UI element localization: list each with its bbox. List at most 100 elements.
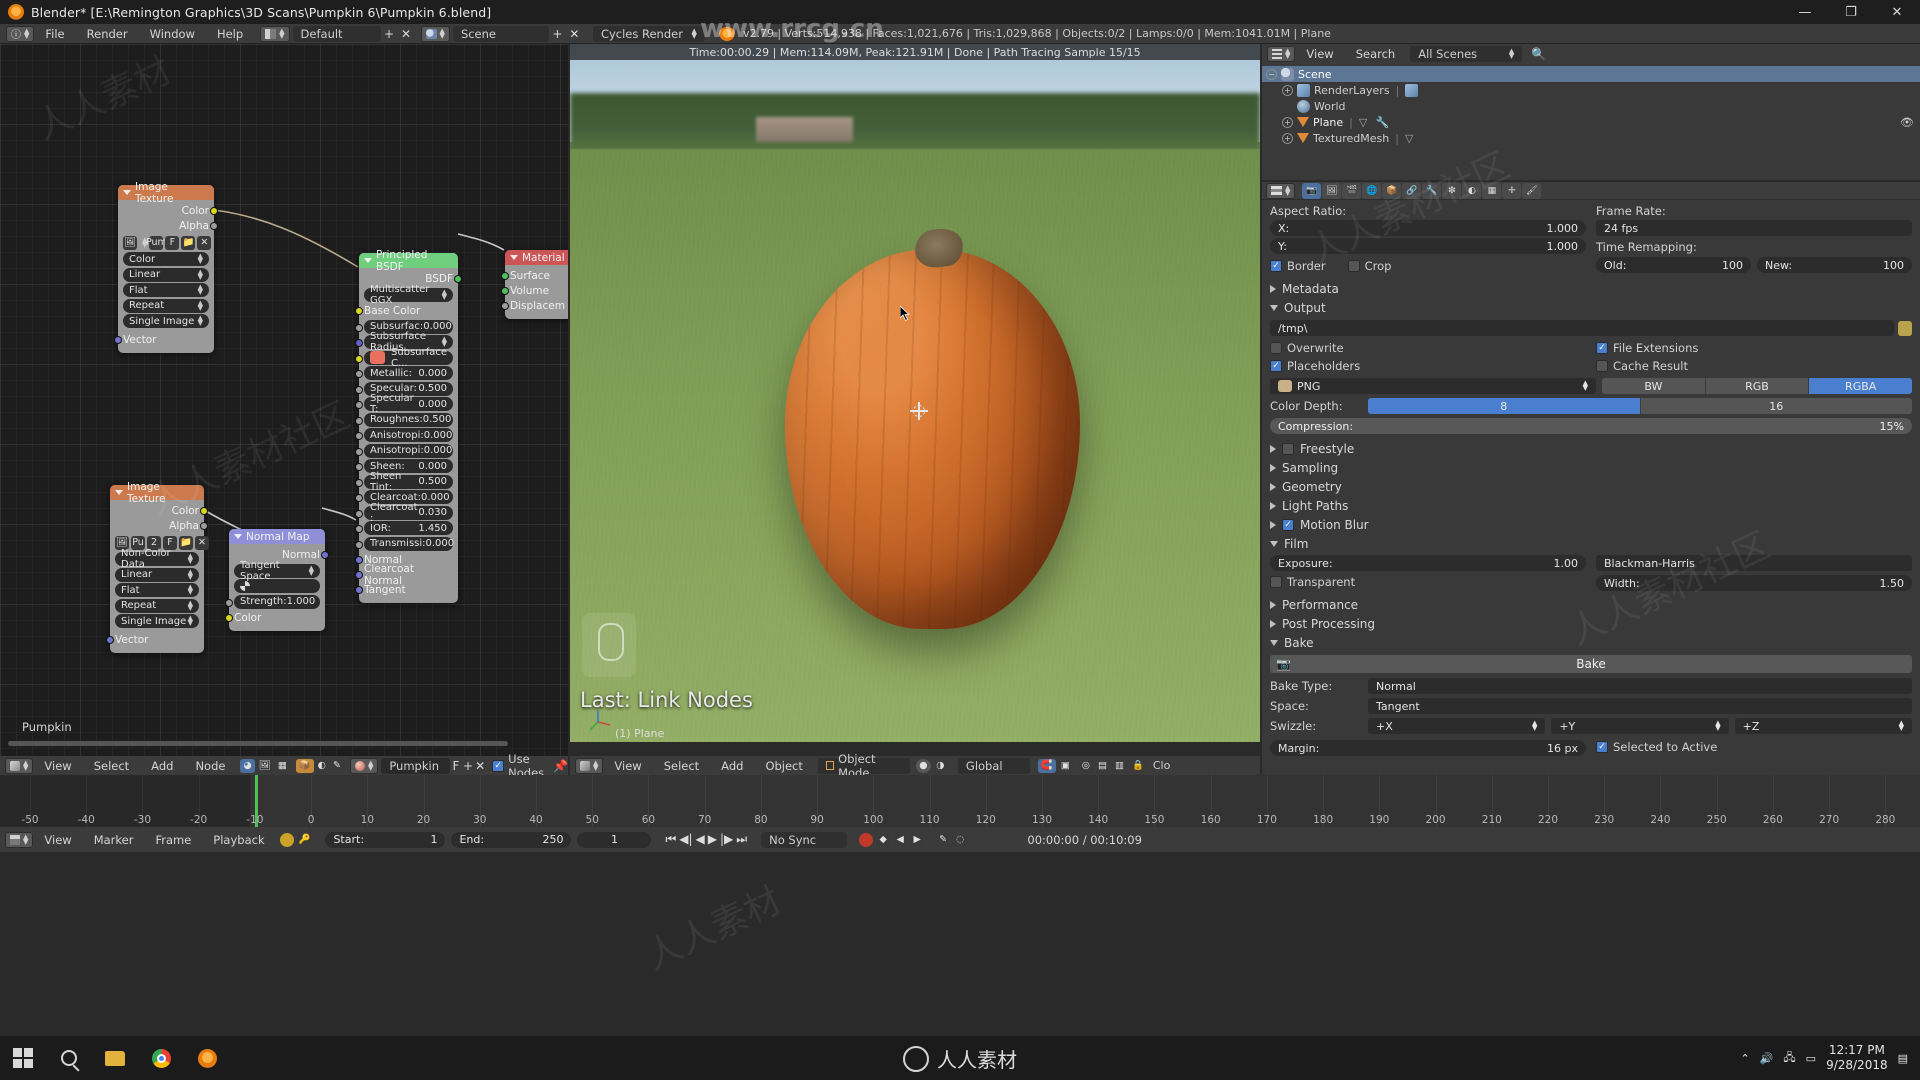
color-swatch[interactable] [370, 351, 385, 364]
add-screen-button[interactable]: + [381, 26, 398, 42]
close-button[interactable]: ✕ [1874, 0, 1920, 24]
tab-scene[interactable]: 🎬 [1342, 182, 1362, 199]
socket-bsdf[interactable] [454, 274, 462, 283]
keying-popover-icon[interactable]: ✎ [936, 832, 951, 847]
outliner-item-texturedmesh[interactable]: + TexturedMesh | ▽ [1262, 130, 1920, 146]
world-shader-icon[interactable]: ◐ [314, 758, 329, 773]
panel-motion-blur[interactable]: Motion Blur [1270, 515, 1912, 534]
image-source-color-space[interactable]: Color ▲ ▼ [123, 252, 209, 266]
menu-file[interactable]: File [34, 26, 75, 42]
bsdf-input-clearcoat-normal[interactable]: Clearcoat Normal [355, 563, 453, 587]
swizzle-z[interactable]: +Z ▲ ▼ [1734, 718, 1912, 734]
current-frame-field[interactable]: 1 [577, 831, 652, 848]
color-mode-segmented[interactable]: BW RGB RGBA [1602, 378, 1912, 394]
image-projection[interactable]: Flat ▲ ▼ [115, 583, 199, 597]
time-remap-new-field[interactable]: New: 100 [1757, 257, 1912, 273]
bsdf-distribution[interactable]: Multiscatter GGX ▲ ▼ [364, 284, 453, 306]
volume-icon[interactable]: 🔊 [1760, 1052, 1774, 1065]
play-icon[interactable]: ▶ [708, 832, 717, 847]
outliner-editor[interactable]: ▲ ▼ View Search All Scenes ▲ ▼ 🔍 − Scene +… [1262, 44, 1920, 180]
bake-space-field[interactable]: Tangent [1368, 698, 1912, 714]
chrome-icon[interactable] [138, 1036, 184, 1080]
bsdf-anisotropic-rotation[interactable]: Anisotropi: 0.000 [364, 443, 453, 458]
socket-subsurface-color[interactable] [355, 354, 363, 363]
image-color-space[interactable]: Non-Color Data ▲ ▼ [115, 548, 199, 570]
battery-icon[interactable]: ▭ [1806, 1052, 1816, 1065]
node-editor[interactable]: Image Texture Color Alpha 🖼 ▲▼ Pum F 📁 [0, 44, 568, 756]
node-header[interactable]: Normal Map [229, 529, 325, 544]
node-header[interactable]: Image Texture [118, 181, 214, 205]
bsdf-input-base-color[interactable]: Base Color [355, 303, 453, 318]
selected-to-active-checkbox[interactable] [1596, 741, 1608, 753]
prev-keyframe-icon[interactable]: ◀| [679, 832, 692, 847]
screen-layout-name[interactable]: Default [292, 25, 381, 42]
menu-help[interactable]: Help [206, 26, 254, 42]
search-icon[interactable] [46, 1036, 92, 1080]
scene-icon[interactable]: ▲ ▼ [420, 25, 450, 42]
screen-layout-icon[interactable]: ▲ ▼ [260, 25, 290, 42]
timeline-menu-view[interactable]: View [33, 832, 82, 848]
outliner-menu-view[interactable]: View [1295, 46, 1344, 62]
color-mode-rgb[interactable]: RGB [1705, 378, 1810, 394]
socket-roughness[interactable] [355, 416, 363, 425]
folder-icon[interactable] [92, 1036, 138, 1080]
mesh-data-icon[interactable]: ▽ [1405, 132, 1418, 145]
expand-icon[interactable]: + [1282, 84, 1293, 96]
selected-to-active-row[interactable]: Selected to Active [1596, 740, 1912, 754]
notifications-icon[interactable]: ▤ [1898, 1052, 1908, 1065]
material-name-field[interactable]: Pumpkin [381, 757, 450, 774]
folder-browse-icon[interactable] [1898, 320, 1912, 336]
panel-freestyle[interactable]: Freestyle [1270, 439, 1912, 458]
interaction-mode-selector[interactable]: Object Mode [817, 752, 910, 780]
color-depth-16[interactable]: 16 [1640, 398, 1912, 414]
add-scene-button[interactable]: + [549, 26, 566, 42]
expand-icon[interactable]: + [1282, 116, 1293, 128]
editor-type-selector[interactable]: ⓘ ▲ ▼ [6, 25, 35, 42]
output-path-field[interactable]: /tmp\ [1270, 320, 1894, 336]
socket-displacement[interactable] [501, 301, 509, 310]
swizzle-y[interactable]: +Y ▲ ▼ [1551, 718, 1729, 734]
jump-start-icon[interactable]: ⏮ [665, 832, 676, 847]
exposure-field[interactable]: Exposure: 1.00 [1270, 555, 1586, 571]
properties-editor-type-icon[interactable]: ▲ ▼ [1266, 182, 1296, 199]
matout-input-surface[interactable]: Surface [501, 268, 568, 283]
node-input-vector[interactable]: Vector [114, 332, 209, 347]
socket-clearcoat-roughness[interactable] [355, 509, 363, 518]
node-editor-scrollbar[interactable] [8, 741, 508, 746]
expand-icon[interactable]: + [1282, 132, 1293, 144]
material-fake-user-button[interactable]: F [450, 758, 462, 774]
renderlayer-data-icon[interactable] [1405, 83, 1419, 97]
image-source[interactable]: Single Image ▲ ▼ [123, 314, 209, 328]
node-principled-bsdf[interactable]: Principled BSDF BSDF Multiscatter GGX ▲ ▼… [355, 249, 462, 603]
socket-subsurface[interactable] [355, 323, 363, 332]
socket-sheen-tint[interactable] [355, 478, 363, 487]
outliner-item-scene[interactable]: − Scene [1262, 66, 1920, 82]
socket-clearcoat[interactable] [355, 494, 363, 502]
file-extensions-row[interactable]: File Extensions [1596, 341, 1912, 355]
node-header[interactable]: Material O [505, 250, 568, 265]
panel-bake[interactable]: Bake [1270, 633, 1912, 652]
tab-modifiers[interactable]: 🔧 [1422, 182, 1442, 199]
material-unlink-button[interactable]: ✕ [474, 758, 486, 774]
bsdf-anisotropic[interactable]: Anisotropi: 0.000 [364, 428, 453, 442]
transform-orientation-selector[interactable]: Global [957, 757, 1030, 774]
image-source[interactable]: Single Image ▲ ▼ [115, 614, 199, 628]
taskbar-clock[interactable]: 12:17 PM 9/28/2018 [1826, 1043, 1888, 1073]
record-ic on[interactable] [859, 832, 874, 847]
proportional-edit-icon[interactable]: ◎ [1078, 758, 1094, 773]
socket-vector[interactable] [106, 635, 114, 644]
mesh-data-icon[interactable]: ▽ [1359, 116, 1372, 129]
keying-set-icon[interactable]: 🔑 [295, 832, 314, 847]
keyframe-type-icon[interactable]: ◆ [876, 832, 891, 847]
aspect-x-field[interactable]: X: 1.000 [1270, 220, 1586, 236]
socket-sheen[interactable] [355, 463, 363, 471]
viewport-menu-view[interactable]: View [603, 758, 652, 774]
socket-specular[interactable] [355, 385, 363, 394]
panel-output[interactable]: Output [1270, 298, 1912, 317]
image-extension[interactable]: Repeat ▲ ▼ [115, 598, 199, 613]
image-browse-icon[interactable]: 🖼 [123, 235, 137, 250]
linestyle-shader-icon[interactable]: ✎ [329, 758, 344, 773]
render-engine-selector[interactable]: Cycles Render ▲ ▼ [592, 25, 705, 42]
jump-end-icon[interactable]: ⏭ [736, 832, 747, 847]
node-image-texture-normal[interactable]: Image Texture Color Alpha 🖼 Pu 2 F 📁 ✕ N… [106, 481, 209, 653]
